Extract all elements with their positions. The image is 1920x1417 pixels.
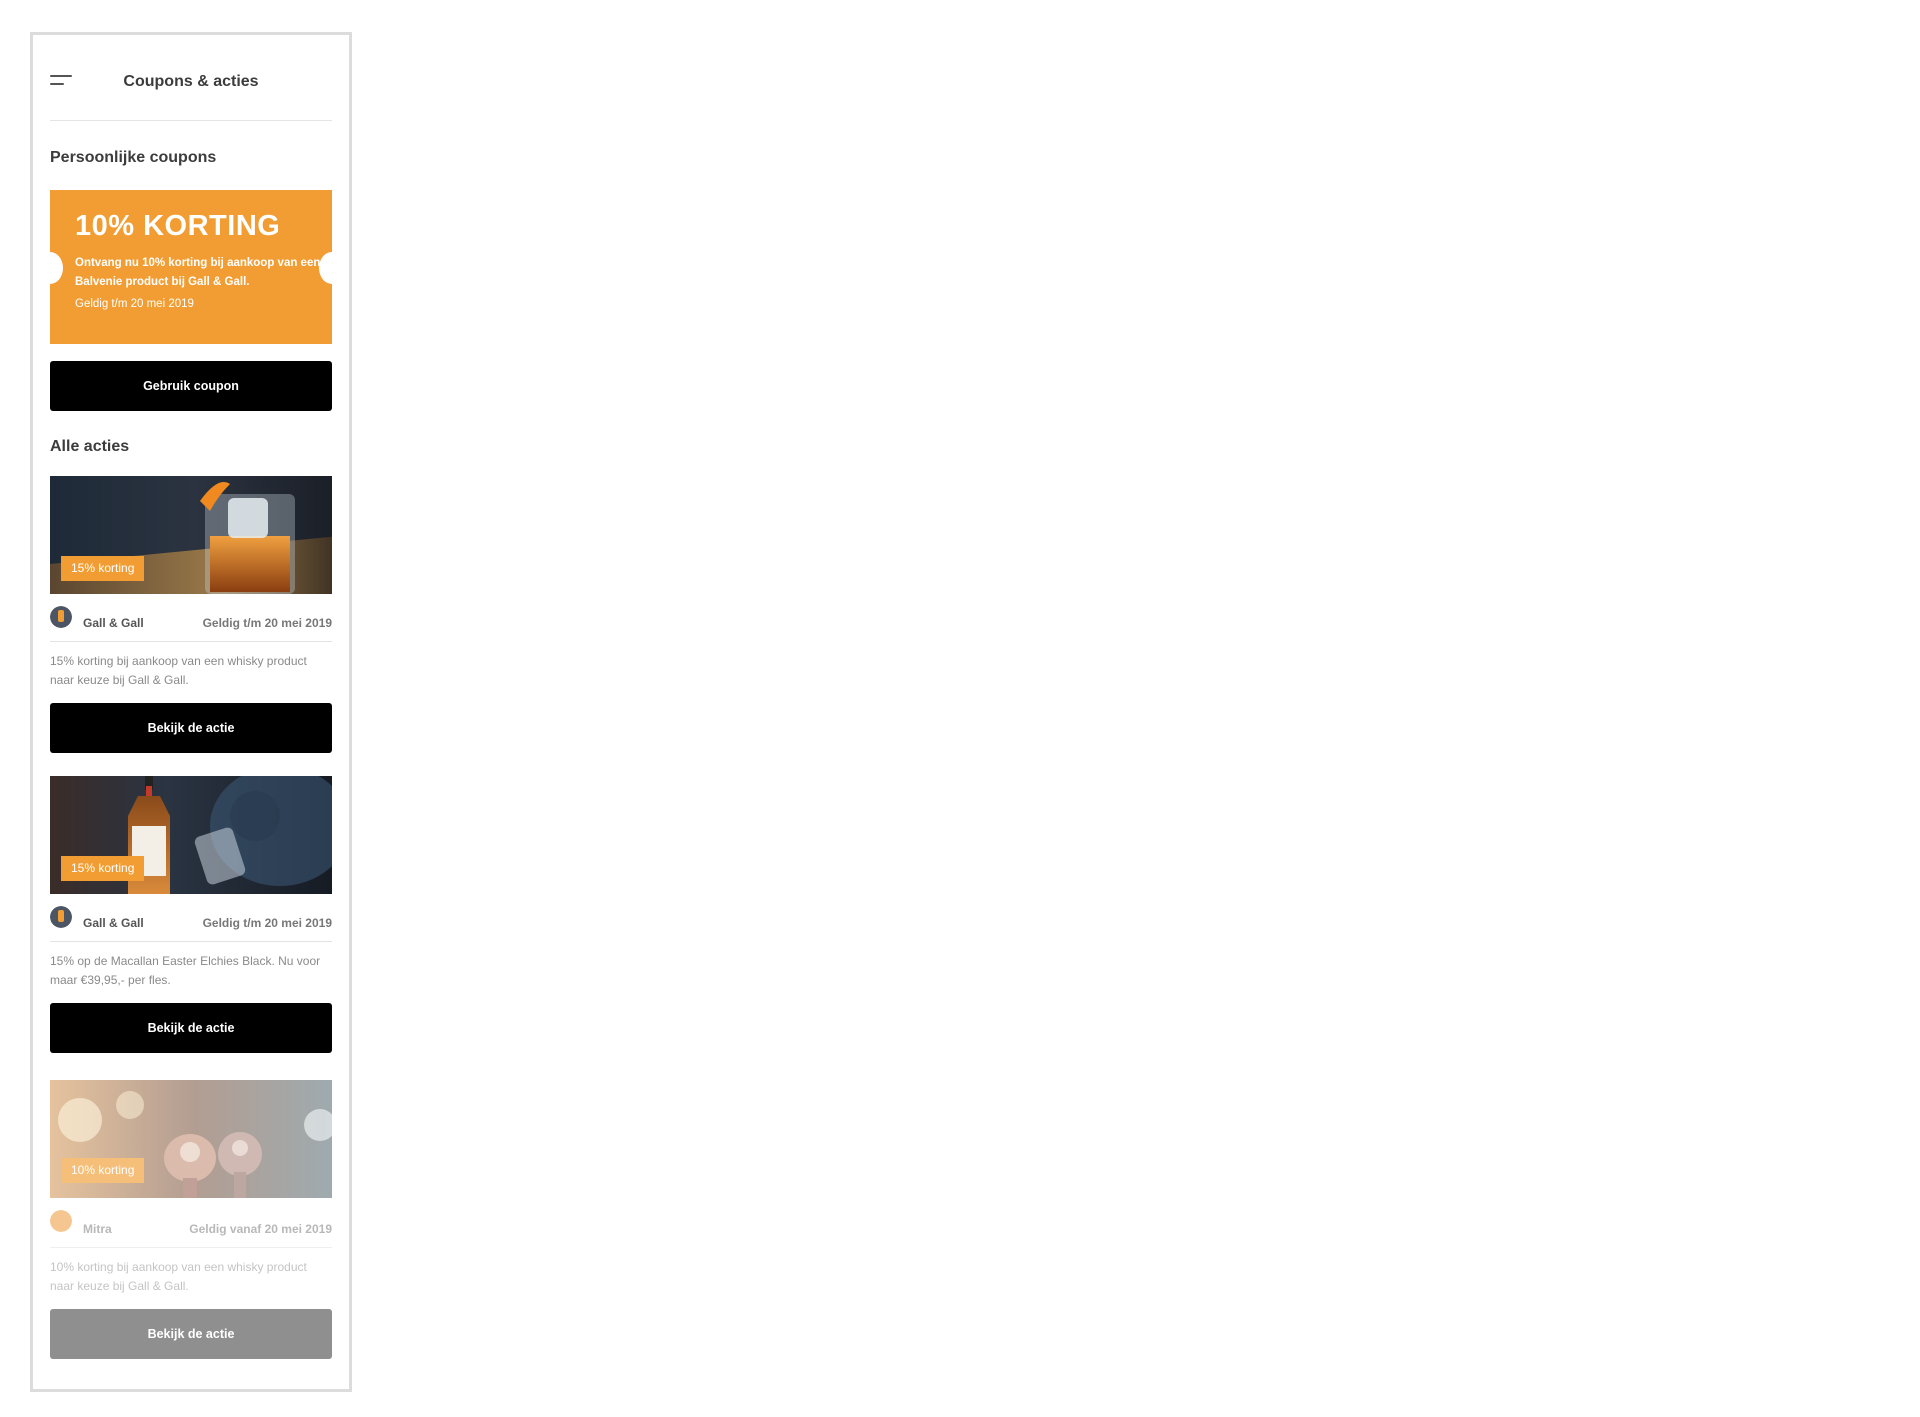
brand-name: Gall & Gall <box>83 616 144 630</box>
card-meta: Gall & Gall Geldig t/m 20 mei 2019 <box>50 906 332 942</box>
action-card: 15% korting Gall & Gall Geldig t/m 20 me… <box>50 776 332 1053</box>
card-meta: Mitra Geldig vanaf 20 mei 2019 <box>50 1210 332 1248</box>
brand-logo-icon <box>50 1210 72 1232</box>
validity-date: Geldig t/m 20 mei 2019 <box>202 916 332 930</box>
action-card: 15% korting Gall & Gall Geldig t/m 20 me… <box>50 476 332 753</box>
view-action-button[interactable]: Bekijk de actie <box>50 1309 332 1359</box>
brand-name: Mitra <box>83 1222 112 1236</box>
action-description: 15% op de Macallan Easter Elchies Black.… <box>50 954 321 987</box>
screen-content: Coupons & acties Persoonlijke coupons 10… <box>50 35 332 1359</box>
discount-badge: 15% korting <box>61 556 145 581</box>
all-actions-title: Alle acties <box>50 438 130 455</box>
crystal-decanters-image[interactable]: 10% korting <box>50 1080 332 1198</box>
page-title: Coupons & acties <box>123 73 259 90</box>
app-header: Coupons & acties <box>50 35 332 121</box>
phone-frame: Coupons & acties Persoonlijke coupons 10… <box>30 32 352 1392</box>
coupon-title: 10% KORTING <box>75 210 281 242</box>
whisky-glass-image[interactable]: 15% korting <box>50 476 332 594</box>
coupon-description: Ontvang nu 10% korting bij aankoop van e… <box>75 257 321 288</box>
action-description: 15% korting bij aankoop van een whisky p… <box>50 654 307 687</box>
brand-name: Gall & Gall <box>83 916 144 930</box>
validity-date: Geldig vanaf 20 mei 2019 <box>189 1222 332 1236</box>
use-coupon-button[interactable]: Gebruik coupon <box>50 361 332 411</box>
personal-coupons-title: Persoonlijke coupons <box>50 149 217 166</box>
brand-logo-icon <box>50 906 72 928</box>
card-meta: Gall & Gall Geldig t/m 20 mei 2019 <box>50 606 332 642</box>
action-description: 10% korting bij aankoop van een whisky p… <box>50 1260 307 1293</box>
view-action-button[interactable]: Bekijk de actie <box>50 703 332 753</box>
personal-coupon-card[interactable]: 10% KORTING Ontvang nu 10% korting bij a… <box>50 190 332 344</box>
discount-badge: 10% korting <box>61 1158 145 1183</box>
view-action-button[interactable]: Bekijk de actie <box>50 1003 332 1053</box>
validity-date: Geldig t/m 20 mei 2019 <box>202 616 332 630</box>
macallan-bottle-image[interactable]: 15% korting <box>50 776 332 894</box>
discount-badge: 15% korting <box>61 856 145 881</box>
coupon-notch-left <box>50 252 63 284</box>
brand-logo-icon <box>50 606 72 628</box>
coupon-validity: Geldig t/m 20 mei 2019 <box>75 298 194 310</box>
action-card: 10% korting Mitra Geldig vanaf 20 mei 20… <box>50 1080 332 1359</box>
